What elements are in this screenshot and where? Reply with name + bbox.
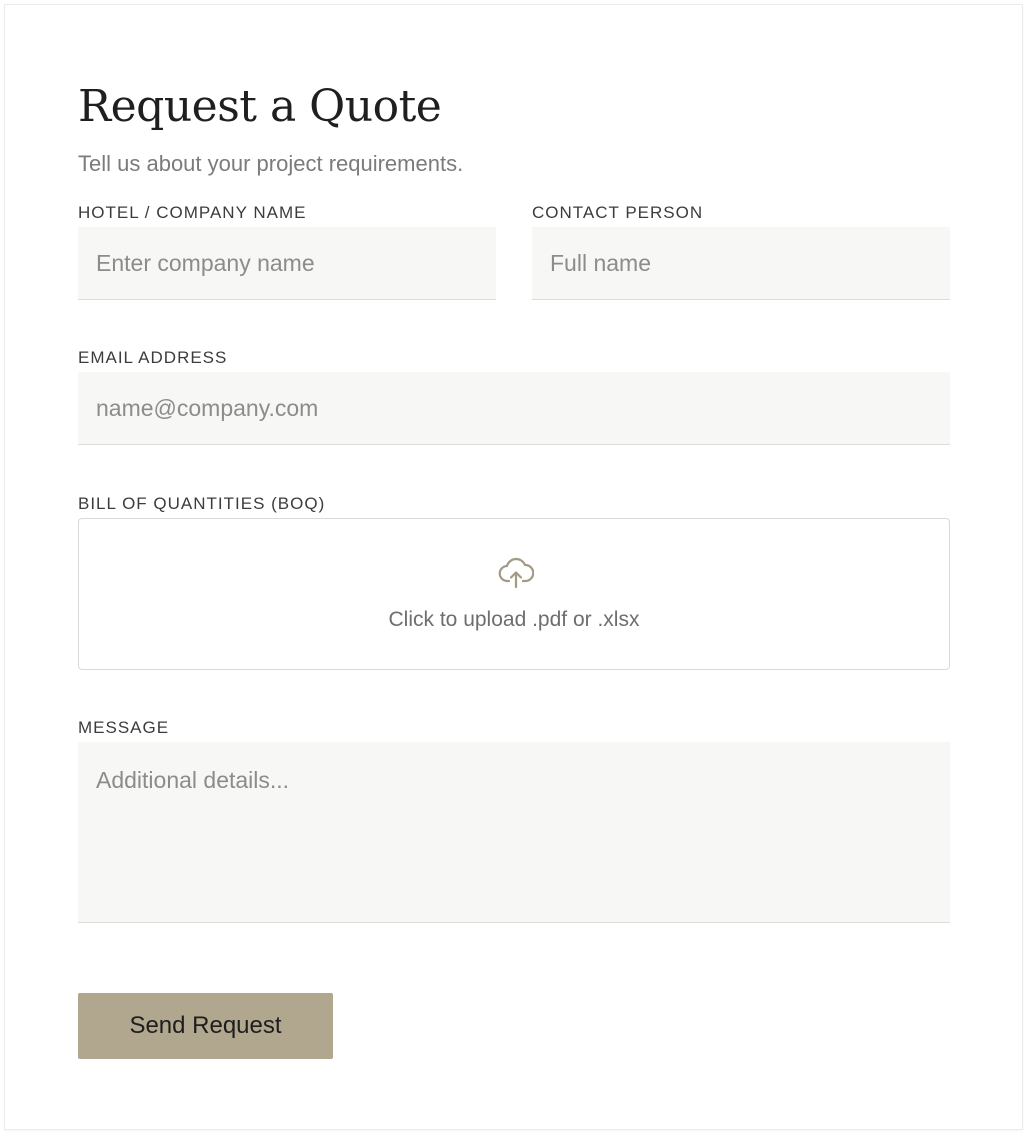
- form-subtitle: Tell us about your project requirements.: [78, 151, 464, 176]
- boq-upload-dropzone[interactable]: Click to upload .pdf or .xlsx: [78, 518, 950, 670]
- message-label: MESSAGE: [78, 718, 170, 737]
- boq-label: BILL OF QUANTITIES (BOQ): [78, 494, 326, 513]
- email-address-input[interactable]: [78, 372, 950, 445]
- company-name-label: HOTEL / COMPANY NAME: [78, 203, 307, 222]
- boq-upload-text: Click to upload .pdf or .xlsx: [388, 608, 640, 631]
- email-address-label: EMAIL ADDRESS: [78, 348, 228, 367]
- quote-form-card: Request a Quote Tell us about your proje…: [4, 4, 1023, 1130]
- cloud-upload-icon: [498, 557, 535, 591]
- company-name-input[interactable]: [78, 227, 496, 300]
- contact-person-input[interactable]: [532, 227, 950, 300]
- message-textarea[interactable]: [78, 742, 950, 923]
- send-request-button[interactable]: Send Request: [78, 993, 333, 1059]
- form-title: Request a Quote: [78, 81, 442, 132]
- contact-person-label: CONTACT PERSON: [532, 203, 704, 222]
